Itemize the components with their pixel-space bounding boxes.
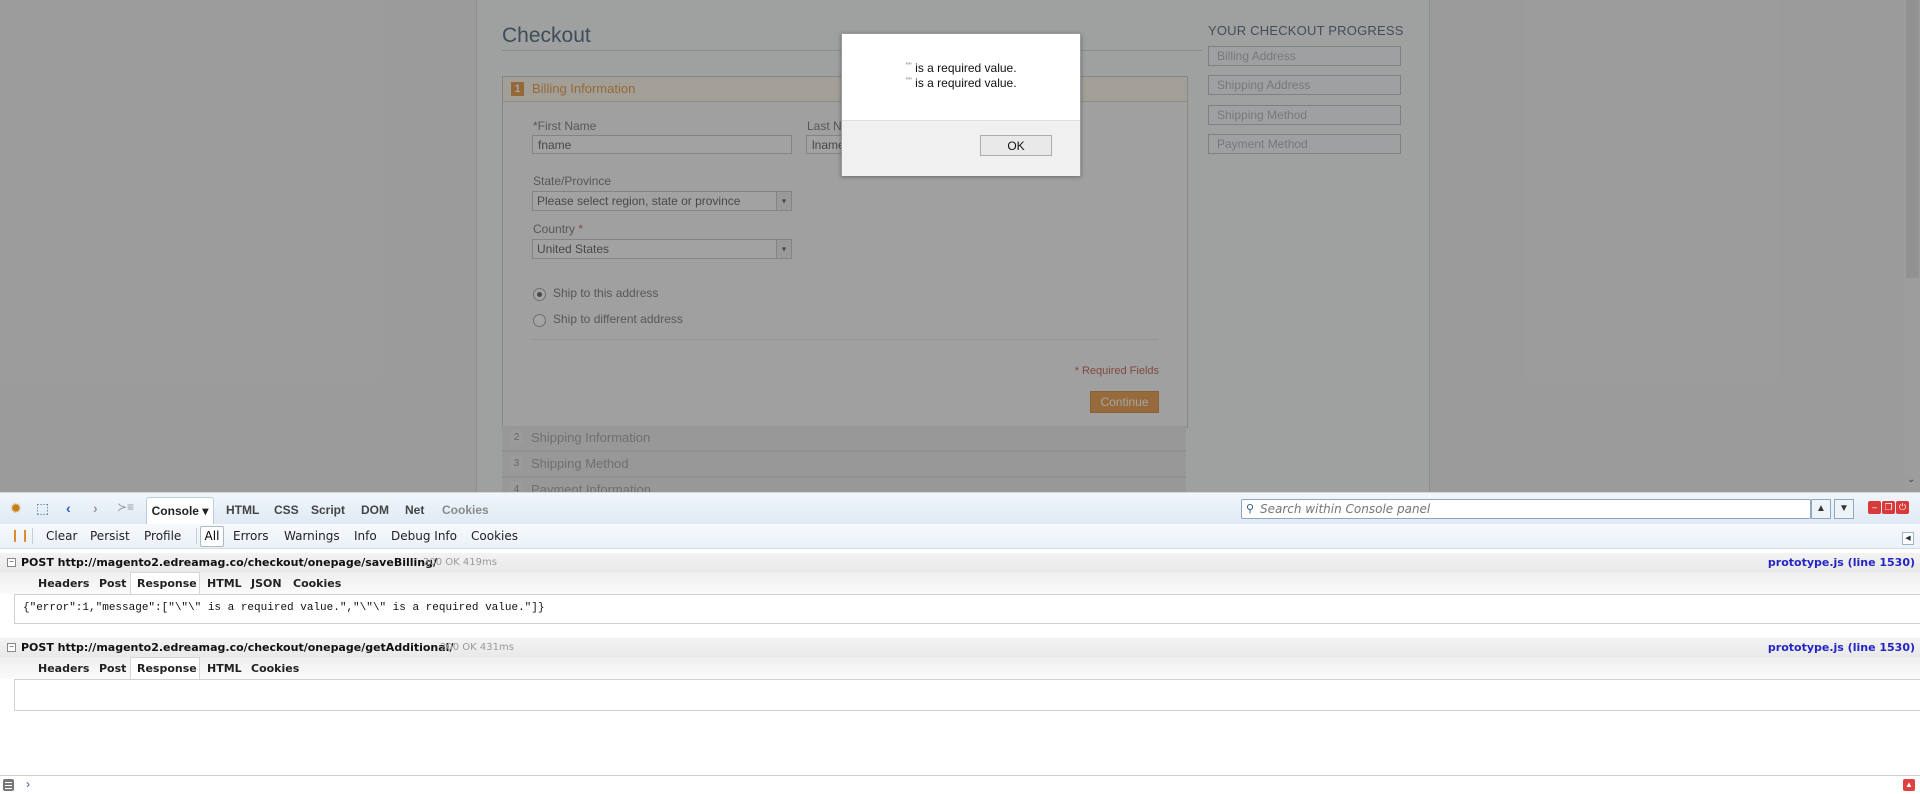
tab-html[interactable]: HTML — [207, 662, 242, 675]
filter-errors-button[interactable]: Errors — [233, 529, 269, 543]
close-icon[interactable]: ⏻ — [1896, 501, 1909, 514]
chevron-down-icon: ▼ — [1839, 503, 1849, 514]
profile-button[interactable]: Profile — [144, 529, 181, 543]
persist-button[interactable]: Persist — [90, 529, 130, 543]
command-line[interactable]: › ▲ — [0, 775, 1920, 794]
step-list-icon[interactable]: ≻≡ — [117, 500, 134, 514]
request-url[interactable]: POST http://magento2.edreamag.co/checkou… — [21, 556, 437, 569]
request-status: 200 OK 431ms — [440, 642, 514, 653]
alert-footer: OK — [842, 120, 1080, 176]
search-next-button[interactable]: ▼ — [1834, 499, 1854, 519]
tab-html[interactable]: HTML — [207, 577, 242, 590]
tab-html[interactable]: HTML — [226, 503, 259, 517]
alert-line: "" is a required value. — [842, 76, 1080, 90]
tab-headers[interactable]: Headers — [38, 577, 89, 590]
console-subbar: ❙❙ Clear Persist Profile All Errors Warn… — [0, 524, 1920, 549]
tab-script[interactable]: Script — [311, 503, 345, 517]
alert-line-text: is a required value. — [915, 76, 1017, 90]
break-on-error-icon[interactable]: ❙❙ — [10, 528, 30, 542]
ok-button[interactable]: OK — [980, 135, 1052, 156]
tab-dom[interactable]: DOM — [361, 503, 389, 517]
side-panel-toggle-icon[interactable]: ◀ — [1902, 532, 1914, 545]
forward-icon[interactable]: › — [93, 500, 98, 516]
firebug-toolbar: ✹ ⬚ ‹ › ≻≡ Console ▾ HTML CSS Script DOM… — [0, 492, 1920, 525]
alert-dialog: "" is a required value. "" is a required… — [841, 33, 1081, 176]
chevron-up-icon: ▲ — [1816, 503, 1826, 514]
request-status: 200 OK 419ms — [423, 557, 497, 568]
empty-quotes: "" — [905, 61, 912, 71]
search-box[interactable]: ⚲ — [1241, 499, 1811, 519]
search-prev-button[interactable]: ▲ — [1811, 499, 1831, 519]
tab-headers[interactable]: Headers — [38, 662, 89, 675]
request-row[interactable]: − POST http://magento2.edreamag.co/check… — [0, 553, 1920, 572]
inspect-icon[interactable]: ⬚ — [36, 500, 49, 517]
alert-line: "" is a required value. — [842, 61, 1080, 75]
request-row[interactable]: − POST http://magento2.edreamag.co/check… — [0, 638, 1920, 657]
search-icon: ⚲ — [1246, 503, 1255, 515]
firebug-panel: ✹ ⬚ ‹ › ≻≡ Console ▾ HTML CSS Script DOM… — [0, 492, 1920, 793]
empty-quotes: "" — [905, 76, 912, 86]
filter-warnings-button[interactable]: Warnings — [284, 529, 340, 543]
detach-icon[interactable]: ❐ — [1882, 501, 1895, 514]
expand-command-editor-icon[interactable]: ▲ — [1903, 779, 1915, 791]
request-tabs: Headers Post Response HTML JSON Cookies — [0, 572, 1920, 595]
request-source-link[interactable]: prototype.js (line 1530) — [1768, 556, 1915, 569]
separator — [32, 528, 33, 544]
response-body: {"error":1,"message":["\"\" is a require… — [14, 594, 1920, 624]
tab-net[interactable]: Net — [405, 503, 424, 517]
tab-post[interactable]: Post — [99, 662, 126, 675]
tab-console[interactable]: Console ▾ — [146, 497, 214, 524]
tab-json[interactable]: JSON — [251, 577, 282, 590]
request-url[interactable]: POST http://magento2.edreamag.co/checkou… — [21, 641, 453, 654]
collapse-icon[interactable]: − — [7, 643, 16, 652]
request-source-link[interactable]: prototype.js (line 1530) — [1768, 641, 1915, 654]
minimize-icon[interactable]: – — [1868, 501, 1881, 514]
tab-css[interactable]: CSS — [274, 503, 299, 517]
response-text: {"error":1,"message":["\"\" is a require… — [23, 602, 545, 614]
firebug-bug-icon[interactable]: ✹ — [10, 500, 22, 517]
menu-icon[interactable] — [3, 779, 14, 791]
tab-response[interactable]: Response — [137, 577, 197, 590]
alert-message: "" is a required value. "" is a required… — [842, 34, 1080, 120]
filter-all-button[interactable]: All — [200, 526, 224, 547]
tab-cookies[interactable]: Cookies — [442, 503, 489, 517]
tab-cookies[interactable]: Cookies — [293, 577, 341, 590]
tab-cookies[interactable]: Cookies — [251, 662, 299, 675]
request-tabs: Headers Post Response HTML Cookies — [0, 657, 1920, 680]
command-prompt: › — [26, 777, 30, 791]
clear-button[interactable]: Clear — [46, 529, 77, 543]
tab-post[interactable]: Post — [99, 577, 126, 590]
tab-response[interactable]: Response — [137, 662, 197, 675]
filter-info-button[interactable]: Info — [354, 529, 377, 543]
filter-cookies-button[interactable]: Cookies — [471, 529, 518, 543]
separator — [196, 528, 197, 544]
search-input[interactable] — [1260, 502, 1800, 516]
back-icon[interactable]: ‹ — [66, 500, 71, 516]
filter-debug-info-button[interactable]: Debug Info — [391, 529, 457, 543]
alert-line-text: is a required value. — [915, 61, 1017, 75]
page-viewport: Checkout 1 Billing Information *First Na… — [0, 0, 1920, 492]
response-body — [14, 679, 1920, 711]
collapse-icon[interactable]: − — [7, 558, 16, 567]
